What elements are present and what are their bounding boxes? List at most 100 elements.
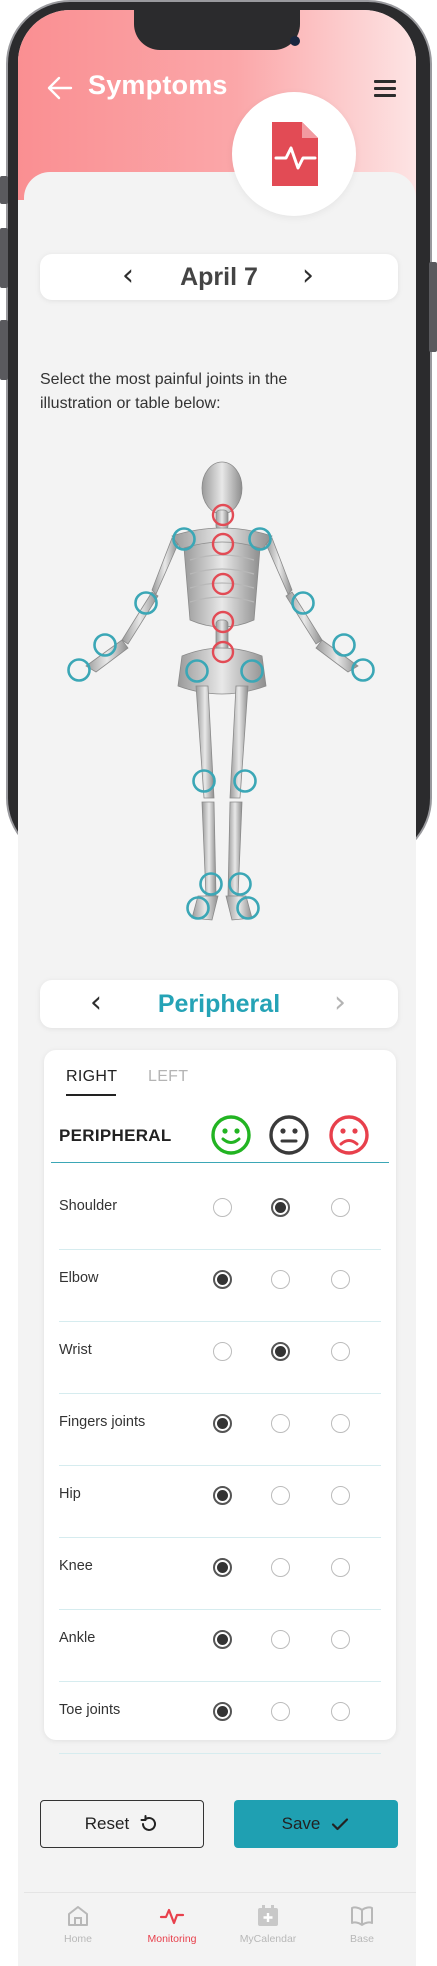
joint-marker-left-wrist[interactable] bbox=[331, 632, 357, 658]
joint-marker-right-wrist[interactable] bbox=[92, 632, 118, 658]
phone-side-button bbox=[0, 176, 8, 204]
back-arrow-icon[interactable] bbox=[46, 74, 74, 102]
radio-happy[interactable] bbox=[213, 1414, 232, 1433]
tab-left[interactable]: LEFT bbox=[148, 1068, 188, 1086]
pulse-icon bbox=[159, 1908, 185, 1925]
nav-base-label: Base bbox=[350, 1933, 374, 1945]
radio-neutral[interactable] bbox=[271, 1270, 290, 1289]
group-selector: ‹ Peripheral › bbox=[40, 980, 398, 1028]
neutral-face-icon bbox=[269, 1115, 309, 1155]
joint-marker-left-elbow[interactable] bbox=[290, 590, 316, 616]
joint-marker-right-knee[interactable] bbox=[191, 768, 217, 794]
table-row: Hip bbox=[59, 1466, 381, 1538]
joint-marker-right-hip[interactable] bbox=[184, 658, 210, 684]
joint-marker-left-ankle[interactable] bbox=[227, 871, 253, 897]
joint-marker-spine-4[interactable] bbox=[211, 640, 235, 664]
date-label: April 7 bbox=[180, 263, 258, 291]
nav-monitoring-label: Monitoring bbox=[147, 1933, 197, 1945]
radio-sad[interactable] bbox=[331, 1270, 350, 1289]
table-row: Toe joints bbox=[59, 1682, 381, 1754]
radio-happy[interactable] bbox=[213, 1198, 232, 1217]
radio-neutral[interactable] bbox=[271, 1198, 290, 1217]
radio-sad[interactable] bbox=[331, 1414, 350, 1433]
joint-marker-spine-2[interactable] bbox=[211, 572, 235, 596]
book-icon bbox=[351, 1906, 373, 1926]
nav-base[interactable]: Base bbox=[322, 1903, 402, 1945]
nav-home[interactable]: Home bbox=[38, 1903, 118, 1945]
joint-marker-spine-1[interactable] bbox=[211, 532, 235, 556]
next-group-button[interactable]: › bbox=[334, 988, 346, 1018]
radio-sad[interactable] bbox=[331, 1198, 350, 1217]
page-title: Symptoms bbox=[88, 70, 228, 100]
bottom-navigation: Home Monitoring MyCalendar Base bbox=[24, 1892, 416, 1966]
radio-happy[interactable] bbox=[213, 1270, 232, 1289]
joint-marker-left-hip[interactable] bbox=[239, 658, 265, 684]
radio-happy[interactable] bbox=[213, 1702, 232, 1721]
radio-neutral[interactable] bbox=[271, 1558, 290, 1577]
radio-sad[interactable] bbox=[331, 1342, 350, 1361]
table-row: Fingers joints bbox=[59, 1394, 381, 1466]
camera-icon bbox=[290, 36, 300, 46]
radio-sad[interactable] bbox=[331, 1486, 350, 1505]
table-row: Shoulder bbox=[59, 1178, 381, 1250]
nav-mycalendar[interactable]: MyCalendar bbox=[228, 1903, 308, 1945]
table-header-peripheral: PERIPHERAL bbox=[59, 1126, 172, 1145]
phone-volume-down-button bbox=[0, 320, 8, 380]
radio-neutral[interactable] bbox=[271, 1630, 290, 1649]
row-label: Wrist bbox=[59, 1342, 92, 1358]
joint-marker-left-fingers[interactable] bbox=[350, 657, 376, 683]
radio-happy[interactable] bbox=[213, 1558, 232, 1577]
joint-marker-right-fingers[interactable] bbox=[66, 657, 92, 683]
table-header-divider bbox=[51, 1162, 389, 1163]
joint-marker-right-toes[interactable] bbox=[185, 895, 211, 921]
hamburger-menu-icon[interactable] bbox=[374, 80, 396, 98]
row-divider bbox=[59, 1753, 381, 1754]
radio-happy[interactable] bbox=[213, 1342, 232, 1361]
home-icon bbox=[68, 1906, 88, 1926]
table-row: Ankle bbox=[59, 1610, 381, 1682]
radio-sad[interactable] bbox=[331, 1630, 350, 1649]
joint-marker-spine-3[interactable] bbox=[211, 610, 235, 634]
phone-volume-up-button bbox=[0, 228, 8, 288]
joint-marker-left-shoulder[interactable] bbox=[247, 526, 273, 552]
phone-notch bbox=[134, 10, 300, 50]
reset-button-label: Reset bbox=[84, 1814, 130, 1833]
phone-power-button bbox=[429, 262, 437, 352]
radio-neutral[interactable] bbox=[271, 1414, 290, 1433]
next-date-button[interactable]: › bbox=[302, 261, 314, 291]
joint-table-card: RIGHT LEFT PERIPHERAL Shoulder Elbow Wrist… bbox=[44, 1050, 396, 1754]
row-label: Ankle bbox=[59, 1630, 96, 1646]
joint-marker-left-toes[interactable] bbox=[235, 895, 261, 921]
radio-happy[interactable] bbox=[213, 1486, 232, 1505]
radio-happy[interactable] bbox=[213, 1630, 232, 1649]
document-pulse-icon bbox=[272, 122, 318, 186]
joint-marker-right-elbow[interactable] bbox=[133, 590, 159, 616]
table-row: Wrist bbox=[59, 1322, 381, 1394]
active-tab-indicator bbox=[66, 1094, 116, 1096]
nav-mycalendar-label: MyCalendar bbox=[239, 1933, 297, 1945]
save-button[interactable]: Save bbox=[234, 1800, 398, 1848]
joint-marker-right-ankle[interactable] bbox=[198, 871, 224, 897]
radio-neutral[interactable] bbox=[271, 1342, 290, 1361]
row-label: Elbow bbox=[59, 1270, 99, 1286]
joint-marker-right-shoulder[interactable] bbox=[171, 526, 197, 552]
sad-face-icon bbox=[329, 1115, 369, 1155]
reset-icon bbox=[140, 1815, 157, 1831]
row-label: Shoulder bbox=[59, 1198, 118, 1214]
row-label: Hip bbox=[59, 1486, 81, 1502]
joint-marker-left-knee[interactable] bbox=[232, 768, 258, 794]
radio-neutral[interactable] bbox=[271, 1486, 290, 1505]
joint-marker-neck[interactable] bbox=[211, 503, 235, 527]
table-row: Knee bbox=[59, 1538, 381, 1610]
row-label: Fingers joints bbox=[59, 1414, 146, 1430]
radio-neutral[interactable] bbox=[271, 1702, 290, 1721]
nav-monitoring[interactable]: Monitoring bbox=[132, 1903, 212, 1945]
nav-home-label: Home bbox=[63, 1933, 92, 1945]
tab-right[interactable]: RIGHT bbox=[66, 1068, 117, 1086]
radio-sad[interactable] bbox=[331, 1702, 350, 1721]
radio-sad[interactable] bbox=[331, 1558, 350, 1577]
document-pulse-badge bbox=[232, 92, 356, 216]
happy-face-icon bbox=[211, 1115, 251, 1155]
row-label: Toe joints bbox=[59, 1702, 121, 1718]
reset-button[interactable]: Reset bbox=[40, 1800, 204, 1848]
